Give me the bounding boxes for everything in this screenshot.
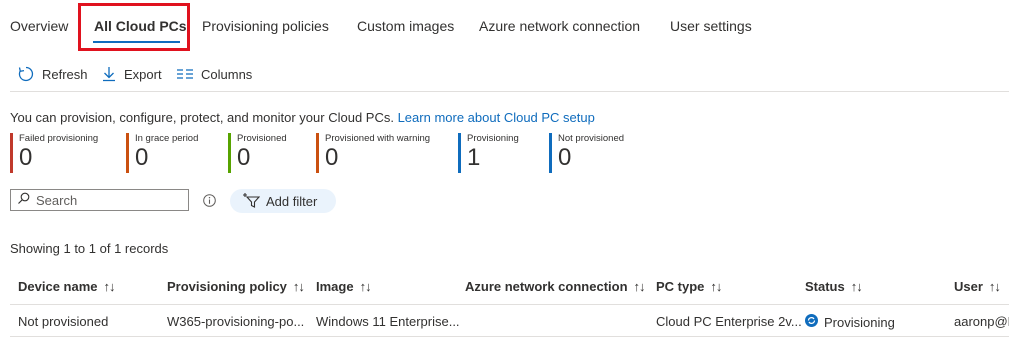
column-label: Provisioning policy — [167, 279, 287, 294]
toolbar: Refresh Export Columns — [0, 62, 1009, 88]
filter-icon — [242, 192, 261, 211]
divider — [10, 91, 1009, 92]
column-label: Azure network connection — [465, 279, 628, 294]
cell-status: Provisioning — [805, 314, 895, 330]
stat-provisioned[interactable]: Provisioned 0 — [228, 133, 287, 173]
column-header-azure-network-connection[interactable]: Azure network connection ↑↓ — [465, 279, 646, 294]
download-icon — [101, 65, 117, 83]
column-header-user[interactable]: User ↑↓ — [954, 279, 1001, 294]
stat-label: Provisioned with warning — [325, 133, 431, 144]
column-label: Image — [316, 279, 354, 294]
column-header-image[interactable]: Image ↑↓ — [316, 279, 372, 294]
row-divider — [10, 336, 1009, 337]
stat-value: 1 — [467, 144, 481, 171]
header-divider — [10, 304, 1009, 305]
tab-custom-images[interactable]: Custom images — [357, 18, 454, 34]
cell-provisioning-policy: W365-provisioning-po... — [167, 314, 305, 329]
cell-image: Windows 11 Enterprise... — [316, 314, 460, 329]
search-input[interactable]: Search — [10, 189, 189, 211]
sort-icon: ↑↓ — [633, 279, 646, 294]
stat-failed-provisioning[interactable]: Failed provisioning 0 — [10, 133, 98, 173]
sort-icon: ↑↓ — [710, 279, 722, 294]
refresh-icon — [17, 65, 35, 83]
search-icon — [17, 192, 30, 208]
stat-value: 0 — [135, 144, 149, 171]
column-label: Status — [805, 279, 845, 294]
columns-icon — [176, 67, 194, 81]
stat-value: 0 — [237, 144, 251, 171]
stat-value: 0 — [558, 144, 572, 171]
stat-value: 0 — [325, 144, 339, 171]
add-filter-button[interactable]: Add filter — [230, 189, 336, 213]
column-label: User — [954, 279, 983, 294]
cell-device-name[interactable]: Not provisioned — [18, 314, 108, 329]
info-icon[interactable] — [203, 194, 216, 210]
export-button[interactable]: Export — [101, 62, 162, 86]
info-description: You can provision, configure, protect, a… — [10, 110, 394, 125]
column-header-device-name[interactable]: Device name ↑↓ — [18, 279, 116, 294]
stat-value: 0 — [19, 144, 33, 171]
stat-in-grace-period[interactable]: In grace period 0 — [126, 133, 198, 173]
status-label: Provisioning — [824, 314, 895, 330]
column-label: Device name — [18, 279, 98, 294]
provisioning-status-icon — [805, 314, 818, 330]
cell-user: aaronp@M — [954, 314, 1009, 329]
info-text: You can provision, configure, protect, a… — [10, 110, 595, 125]
sort-icon: ↑↓ — [850, 279, 863, 294]
tab-bar: Overview All Cloud PCs Provisioning poli… — [0, 0, 1009, 52]
tab-user-settings[interactable]: User settings — [670, 18, 752, 34]
column-header-pc-type[interactable]: PC type ↑↓ — [656, 279, 722, 294]
sort-icon: ↑↓ — [988, 279, 1001, 294]
sort-icon: ↑↓ — [103, 279, 116, 294]
cell-pc-type: Cloud PC Enterprise 2v... — [656, 314, 802, 329]
stat-provisioning[interactable]: Provisioning 1 — [458, 133, 519, 173]
learn-more-link[interactable]: Learn more about Cloud PC setup — [398, 110, 595, 125]
column-header-status[interactable]: Status ↑↓ — [805, 279, 863, 294]
refresh-button[interactable]: Refresh — [17, 62, 88, 86]
column-header-provisioning-policy[interactable]: Provisioning policy ↑↓ — [167, 279, 305, 294]
columns-label: Columns — [201, 66, 253, 82]
highlight-annotation — [78, 3, 190, 51]
sort-icon: ↑↓ — [292, 279, 305, 294]
tab-overview[interactable]: Overview — [10, 18, 68, 34]
add-filter-label: Add filter — [266, 193, 318, 209]
tab-provisioning-policies[interactable]: Provisioning policies — [202, 18, 329, 34]
search-placeholder: Search — [36, 192, 78, 208]
refresh-label: Refresh — [42, 66, 88, 82]
column-label: PC type — [656, 279, 705, 294]
records-count: Showing 1 to 1 of 1 records — [10, 241, 169, 256]
stat-provisioned-with-warning[interactable]: Provisioned with warning 0 — [316, 133, 430, 173]
stat-not-provisioned[interactable]: Not provisioned 0 — [549, 133, 624, 173]
sort-icon: ↑↓ — [359, 279, 372, 294]
tab-azure-network-connection[interactable]: Azure network connection — [479, 18, 640, 34]
columns-button[interactable]: Columns — [176, 62, 252, 86]
export-label: Export — [124, 66, 162, 82]
